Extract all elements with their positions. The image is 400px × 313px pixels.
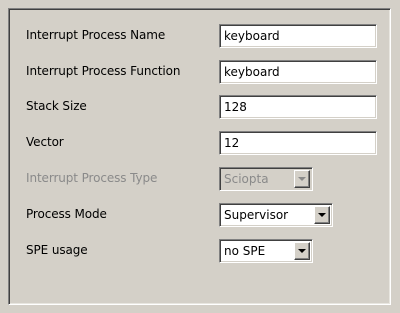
properties-panel: Interrupt Process Name keyboard Interrup… [8, 8, 391, 305]
interrupt-type-value: Sciopta [224, 172, 269, 186]
spe-usage-label: SPE usage [26, 243, 88, 257]
spe-usage-select[interactable]: no SPE [219, 239, 313, 263]
interrupt-type-dropdown-button [294, 170, 310, 188]
process-mode-value: Supervisor [224, 208, 289, 222]
vector-row: Vector 12 [9, 131, 390, 155]
interrupt-function-input[interactable]: keyboard [219, 60, 377, 84]
spe-usage-dropdown-button[interactable] [294, 242, 310, 260]
vector-input[interactable]: 12 [219, 131, 377, 155]
stack-size-label: Stack Size [26, 99, 87, 113]
spe-usage-value: no SPE [224, 244, 266, 258]
interrupt-type-label: Interrupt Process Type [26, 171, 158, 185]
vector-label: Vector [26, 135, 64, 149]
interrupt-function-row: Interrupt Process Function keyboard [9, 60, 390, 84]
process-mode-row: Process Mode Supervisor [9, 203, 390, 227]
interrupt-type-select: Sciopta [219, 167, 313, 191]
interrupt-name-input[interactable]: keyboard [219, 24, 377, 48]
interrupt-type-row: Interrupt Process Type Sciopta [9, 167, 390, 191]
chevron-down-icon [298, 177, 306, 181]
spe-usage-row: SPE usage no SPE [9, 239, 390, 263]
process-mode-dropdown-button[interactable] [314, 206, 330, 224]
chevron-down-icon [318, 213, 326, 217]
interrupt-name-row: Interrupt Process Name keyboard [9, 24, 390, 48]
chevron-down-icon [298, 249, 306, 253]
interrupt-function-label: Interrupt Process Function [26, 64, 181, 78]
stack-size-row: Stack Size 128 [9, 95, 390, 119]
process-mode-select[interactable]: Supervisor [219, 203, 333, 227]
interrupt-name-label: Interrupt Process Name [26, 28, 166, 42]
process-mode-label: Process Mode [26, 207, 107, 221]
stack-size-input[interactable]: 128 [219, 95, 377, 119]
